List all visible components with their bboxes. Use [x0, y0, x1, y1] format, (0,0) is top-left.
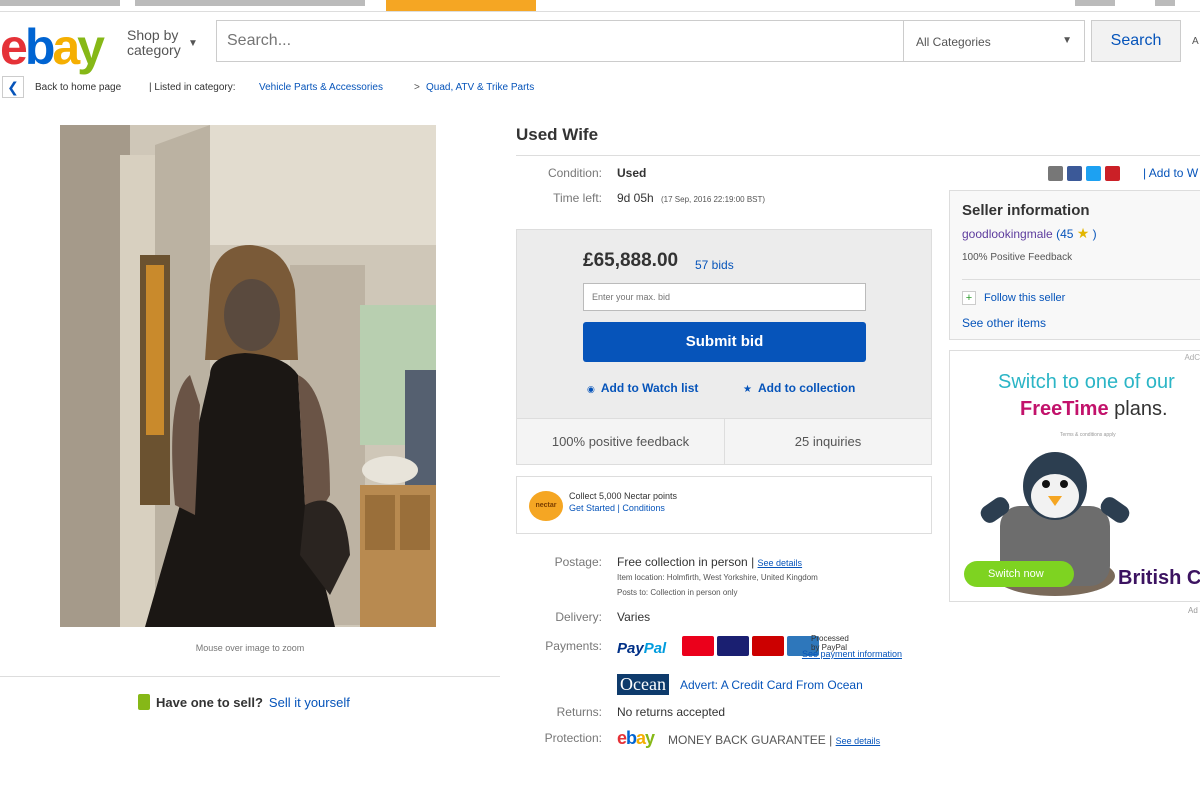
item-photo[interactable]: [60, 125, 436, 627]
top-strip: [0, 0, 1200, 12]
ad-brand: British C: [1118, 567, 1200, 589]
current-price: £65,888.00: [583, 250, 679, 271]
nectar-promo: nectar Collect 5,000 Nectar points Get S…: [516, 476, 932, 534]
bid-box: £65,888.00 57 bids Submit bid ◉Add to Wa…: [516, 229, 932, 465]
ebay-small-logo: ebay: [617, 728, 655, 748]
back-arrow-icon[interactable]: ❮: [2, 76, 24, 98]
see-details-link[interactable]: See details: [836, 736, 881, 746]
add-to-watchlist-link[interactable]: | Add to W: [1143, 166, 1198, 180]
time-left-value: 9d 05h: [617, 191, 654, 205]
category-select[interactable]: All Categories ▼: [903, 20, 1085, 62]
postage-label: Postage:: [554, 555, 602, 569]
postage-value: Free collection in person | See details: [617, 555, 803, 569]
returns-value: No returns accepted: [617, 705, 726, 719]
search-input[interactable]: [217, 21, 903, 61]
positive-feedback-stat: 100% positive feedback: [517, 419, 725, 465]
star-icon: ★: [1076, 225, 1090, 241]
switch-now-button[interactable]: Switch now: [964, 561, 1074, 587]
photo-panel: Mouse over image to zoom: [0, 120, 500, 676]
search-button[interactable]: Search: [1091, 20, 1181, 62]
seller-name-link[interactable]: goodlookingmale (45 ★ ): [962, 225, 1097, 242]
see-details-link[interactable]: See details: [758, 558, 803, 568]
advertisement[interactable]: AdC Switch to one of our FreeTime plans.…: [949, 350, 1200, 602]
top-strip-account[interactable]: [1075, 0, 1115, 6]
eye-icon: ◉: [587, 384, 595, 394]
pinterest-icon[interactable]: [1105, 166, 1120, 181]
condition-value: Used: [617, 166, 647, 180]
plus-icon: +: [962, 291, 976, 305]
ad-label: Ad: [1188, 606, 1198, 615]
page-bottom-edge: [0, 778, 1200, 788]
delivery-value: Varies: [617, 610, 651, 624]
money-back-guarantee: MONEY BACK GUARANTEE | See details: [668, 733, 881, 747]
divider: [516, 155, 1200, 156]
max-bid-input[interactable]: [584, 284, 865, 310]
seller-information-panel: Seller information goodlookingmale (45 ★…: [949, 190, 1200, 340]
advanced-search-link[interactable]: A: [1192, 36, 1199, 47]
top-strip-cart[interactable]: [1155, 0, 1175, 6]
see-payment-info-link[interactable]: See payment information: [617, 645, 902, 663]
shop-by-category-button[interactable]: Shop by category: [127, 28, 181, 58]
returns-label: Returns:: [556, 705, 602, 719]
tag-icon: [138, 694, 150, 710]
add-to-collection-link[interactable]: ★ Add to collection: [743, 381, 855, 395]
listed-in-label: | Listed in category:: [149, 82, 236, 93]
submit-bid-button[interactable]: Submit bid: [583, 322, 866, 362]
star-icon: ★: [743, 384, 752, 395]
zoom-hint: Mouse over image to zoom: [195, 643, 305, 653]
max-bid-field[interactable]: [583, 283, 866, 311]
seller-stats: 100% positive feedback 25 inquiries: [517, 418, 931, 465]
chevron-down-icon: ▼: [188, 38, 198, 49]
twitter-icon[interactable]: [1086, 166, 1101, 181]
nectar-logo: nectar: [529, 491, 563, 521]
facebook-icon[interactable]: [1067, 166, 1082, 181]
top-strip-link[interactable]: [0, 0, 120, 6]
chevron-down-icon: ▼: [1062, 35, 1072, 46]
item-location: Item location: Holmfirth, West Yorkshire…: [617, 573, 818, 582]
seller-feedback-percent: 100% Positive Feedback: [962, 252, 1073, 263]
sell-it-yourself-link[interactable]: Sell it yourself: [269, 695, 350, 710]
breadcrumb-category-link[interactable]: Vehicle Parts & Accessories: [259, 82, 383, 93]
item-photo-image: [60, 125, 436, 627]
add-to-watch-list-link[interactable]: ◉ Add to Watch list: [587, 381, 698, 395]
ebay-logo[interactable]: ebay: [0, 22, 105, 72]
see-other-items-link[interactable]: See other items: [962, 316, 1046, 330]
sell-promo: Have one to sell? Sell it yourself: [138, 694, 350, 710]
nectar-points-text: Collect 5,000 Nectar points: [569, 491, 678, 501]
divider: [0, 676, 500, 677]
ocean-advert-link[interactable]: Advert: A Credit Card From Ocean: [680, 678, 863, 692]
posts-to: Posts to: Collection in person only: [617, 588, 738, 597]
payments-label: Payments:: [545, 639, 602, 653]
top-strip-banner[interactable]: [386, 0, 536, 11]
share-icons: [1048, 166, 1124, 186]
breadcrumb-separator: >: [414, 82, 420, 93]
email-icon[interactable]: [1048, 166, 1063, 181]
category-select-label: All Categories: [916, 35, 991, 49]
ad-headline: Switch to one of our: [998, 371, 1175, 393]
feedback-score: (45: [1056, 227, 1074, 241]
bid-count-link[interactable]: 57 bids: [695, 258, 734, 272]
breadcrumb-subcategory-link[interactable]: Quad, ATV & Trike Parts: [426, 82, 534, 93]
search-box[interactable]: [216, 20, 904, 62]
protection-label: Protection:: [544, 731, 602, 745]
divider: [962, 279, 1200, 280]
nectar-links[interactable]: Get Started | Conditions: [569, 503, 665, 513]
seller-info-heading: Seller information: [962, 202, 1090, 219]
header: ebay Shop by category ▼ All Categories ▼…: [0, 14, 1200, 74]
inquiries-stat: 25 inquiries: [794, 434, 862, 449]
end-time: (17 Sep, 2016 22:19:00 BST): [661, 195, 766, 204]
ocean-logo[interactable]: Ocean: [617, 674, 669, 695]
sell-question: Have one to sell?: [156, 695, 263, 710]
ad-terms: Terms & conditions apply: [1060, 432, 1116, 438]
follow-seller-link[interactable]: + Follow this seller: [962, 291, 1065, 305]
adchoices-label[interactable]: AdC: [1184, 353, 1200, 362]
item-title: Used Wife: [516, 125, 599, 144]
time-left-label: Time left:: [553, 191, 602, 205]
breadcrumb: ❮ Back to home page | Listed in category…: [0, 74, 1200, 100]
top-strip-links[interactable]: [135, 0, 365, 6]
delivery-label: Delivery:: [555, 610, 602, 624]
condition-label: Condition:: [547, 166, 602, 180]
ad-subheadline: FreeTime plans.: [1020, 398, 1168, 420]
back-to-home-link[interactable]: Back to home page: [35, 82, 121, 93]
